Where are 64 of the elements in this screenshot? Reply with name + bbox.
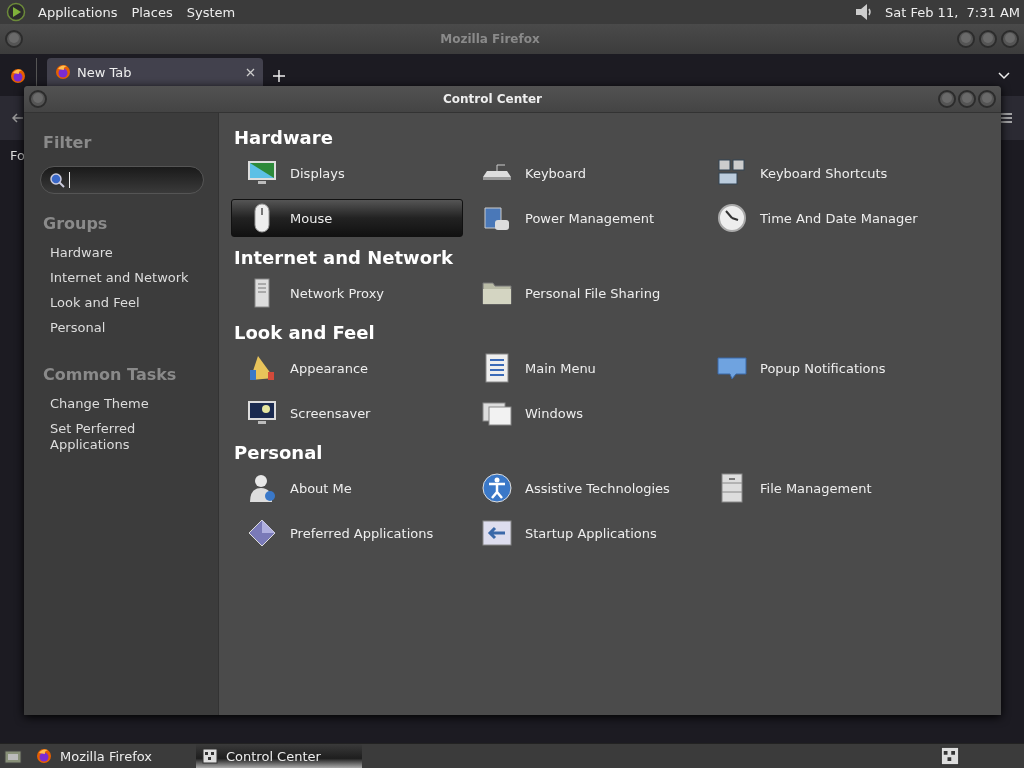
settings-item[interactable]: Displays <box>231 154 463 192</box>
menu-icon[interactable] <box>1000 112 1012 124</box>
window-button[interactable] <box>1000 29 1020 49</box>
group-link[interactable]: Internet and Network <box>50 270 204 286</box>
browser-tab[interactable]: New Tab <box>47 58 263 86</box>
settings-item[interactable]: Windows <box>466 394 698 432</box>
search-field[interactable] <box>40 166 204 194</box>
groups-heading: Groups <box>43 214 109 233</box>
plus-icon[interactable] <box>273 70 285 82</box>
settings-item[interactable]: Assistive Technologies <box>466 469 698 507</box>
group-link[interactable]: Look and Feel <box>50 295 204 311</box>
window-title: Control Center <box>441 92 544 106</box>
section-heading: Internet and Network <box>234 245 454 270</box>
settings-item[interactable]: Popup Notifications <box>701 349 958 387</box>
close-icon[interactable] <box>246 67 255 77</box>
settings-item[interactable]: File Management <box>701 469 958 507</box>
window-button[interactable] <box>957 89 977 109</box>
diamond-icon <box>246 517 278 549</box>
logo-icon[interactable] <box>6 2 26 22</box>
section-heading: Look and Feel <box>234 320 376 345</box>
settings-item[interactable]: Power Management <box>466 199 698 237</box>
clock[interactable]: Sat Feb 11, 7:31 AM <box>885 4 1020 20</box>
window-button[interactable] <box>956 29 976 49</box>
window-button[interactable] <box>978 29 998 49</box>
task-link[interactable]: Set Perferred Applications <box>50 421 204 453</box>
group-link[interactable]: Hardware <box>50 245 204 261</box>
accessibility-icon <box>481 472 513 504</box>
section-heading: Hardware <box>234 125 334 150</box>
settings-item[interactable]: Personal File Sharing <box>466 274 698 312</box>
settings-item[interactable]: Mouse <box>231 199 463 237</box>
window-button[interactable] <box>4 29 24 49</box>
settings-item[interactable]: Time And Date Manager <box>701 199 958 237</box>
settings-item[interactable]: Screensaver <box>231 394 463 432</box>
settings-item[interactable]: Preferred Applications <box>231 514 463 552</box>
page-text: Fo <box>10 148 25 163</box>
settings-item[interactable]: About Me <box>231 469 463 507</box>
back-arrow-icon[interactable] <box>12 112 24 124</box>
settings-item[interactable]: Network Proxy <box>231 274 463 312</box>
panel-icon <box>202 748 218 764</box>
menu-item[interactable]: Applications <box>36 4 120 20</box>
tasks-heading: Common Tasks <box>43 365 178 384</box>
browser-icon <box>36 748 52 764</box>
window-title: Mozilla Firefox <box>439 32 541 46</box>
taskbar-item[interactable]: Control Center <box>196 744 362 768</box>
settings-item[interactable]: Main Menu <box>466 349 698 387</box>
menu-item[interactable]: Places <box>129 4 175 20</box>
section-heading: Personal <box>234 440 324 465</box>
window-button[interactable] <box>937 89 957 109</box>
desktop-icon[interactable] <box>4 748 22 764</box>
browser-icon <box>55 64 71 80</box>
settings-item[interactable]: Keyboard <box>466 154 698 192</box>
browser-icon <box>10 68 26 84</box>
search-icon <box>49 172 65 188</box>
clock-icon <box>716 202 748 234</box>
taskbar-item[interactable]: Mozilla Firefox <box>30 744 196 768</box>
menu-item[interactable]: System <box>184 4 238 20</box>
settings-item[interactable]: Keyboard Shortcuts <box>701 154 958 192</box>
settings-item[interactable]: Startup Applications <box>466 514 698 552</box>
group-link[interactable]: Personal <box>50 320 204 336</box>
task-link[interactable]: Change Theme <box>50 396 204 412</box>
filter-heading: Filter <box>43 133 93 152</box>
settings-item[interactable]: Appearance <box>231 349 463 387</box>
chevron-down-icon[interactable] <box>998 72 1010 80</box>
window-button[interactable] <box>28 89 48 109</box>
